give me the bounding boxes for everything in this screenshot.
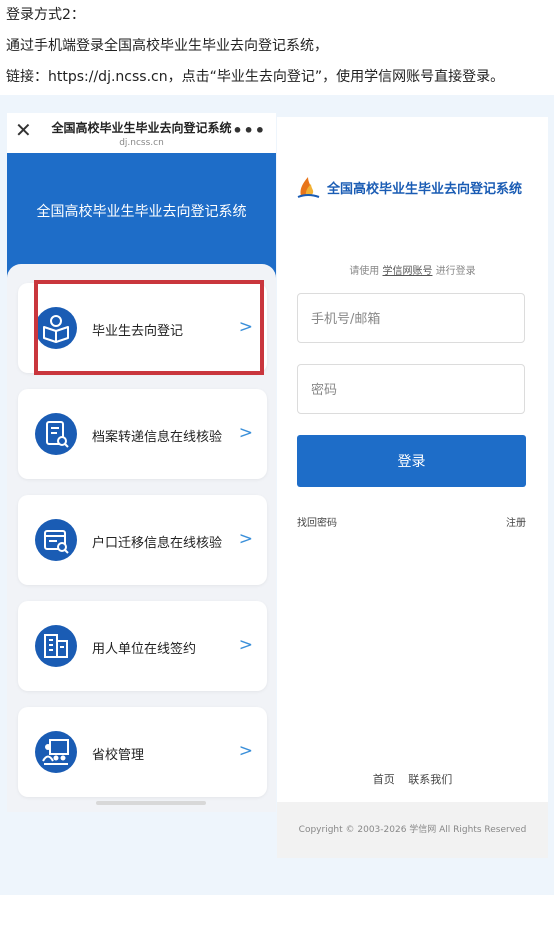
menu-item-province-school-management[interactable]: 省校管理 >: [18, 707, 267, 797]
presenter-icon: [35, 731, 77, 773]
mini-program-topbar: ✕ 全国高校毕业生毕业去向登记系统 dj.ncss.cn •••: [7, 113, 276, 153]
more-icon[interactable]: •••: [232, 121, 266, 140]
forgot-password-link[interactable]: 找回密码: [297, 514, 337, 529]
intro-line-2: 通过手机端登录全国高校毕业生毕业去向登记系统，: [6, 38, 328, 54]
building-icon: [35, 625, 77, 667]
id-card-search-icon: [35, 519, 77, 561]
login-hint: 请使用 学信网账号 进行登录: [349, 266, 476, 277]
menu-item-label: 档案转递信息在线核验: [92, 430, 223, 445]
footer-contact-link[interactable]: 联系我们: [408, 773, 452, 786]
menu-item-label: 用人单位在线签约: [92, 642, 197, 657]
document-search-icon: [35, 413, 77, 455]
menu-item-label: 户口迁移信息在线核验: [92, 536, 223, 551]
intro-line-3: 链接：https://dj.ncss.cn，点击“毕业生去向登记”，使用学信网账…: [6, 69, 505, 85]
menu-item-employer-signing[interactable]: 用人单位在线签约 >: [18, 601, 267, 691]
menu-item-archive-verify[interactable]: 档案转递信息在线核验 >: [18, 389, 267, 479]
phone-email-input[interactable]: [309, 294, 513, 344]
highlight-box: [34, 280, 264, 375]
logo-icon: [297, 177, 320, 198]
intro-line-1: 登录方式2：: [6, 7, 85, 23]
left-phone-screen: ✕ 全国高校毕业生毕业去向登记系统 dj.ncss.cn ••• 全国高校毕业生…: [7, 113, 276, 812]
right-phone-login-screen: 全国高校毕业生毕业去向登记系统 请使用 学信网账号 进行登录 登录 找回密码 注…: [277, 117, 548, 858]
chevron-right-icon: >: [238, 635, 253, 655]
chevron-right-icon: >: [238, 423, 253, 443]
home-indicator: [96, 801, 206, 805]
password-field[interactable]: [297, 364, 525, 415]
footer-home-link[interactable]: 首页: [373, 773, 395, 786]
menu-item-label: 省校管理: [92, 748, 145, 763]
login-button[interactable]: 登录: [297, 435, 526, 487]
chsi-account-link[interactable]: 学信网账号: [383, 266, 433, 277]
phone-email-field[interactable]: [297, 293, 525, 344]
chevron-right-icon: >: [238, 741, 253, 761]
footer-links: 首页 联系我们: [277, 771, 548, 787]
hero-title: 全国高校毕业生毕业去向登记系统: [36, 204, 247, 220]
intro-text: 登录方式2： 通过手机端登录全国高校毕业生毕业去向登记系统， 链接：https:…: [6, 0, 554, 93]
menu-item-household-verify[interactable]: 户口迁移信息在线核验 >: [18, 495, 267, 585]
register-link[interactable]: 注册: [506, 514, 526, 529]
copyright-text: Copyright © 2003-2026 学信网 All Rights Res…: [277, 802, 548, 858]
password-input[interactable]: [309, 365, 513, 415]
chevron-right-icon: >: [238, 529, 253, 549]
login-title: 全国高校毕业生毕业去向登记系统: [327, 182, 523, 197]
